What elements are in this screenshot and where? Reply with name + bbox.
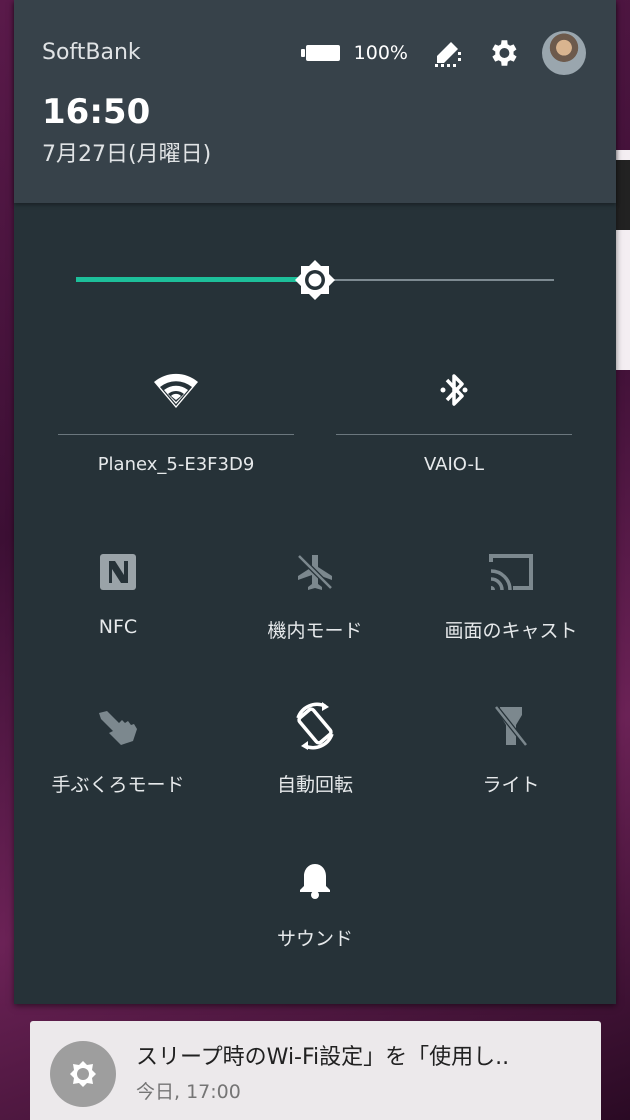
battery-percent: 100% <box>353 42 408 64</box>
status-header: SoftBank 100% 16:50 7月27日(月曜日) <box>14 0 616 203</box>
glove-touch-icon <box>20 700 216 752</box>
brightness-icon[interactable] <box>293 258 337 302</box>
cast-icon <box>413 546 609 598</box>
bluetooth-icon <box>336 360 572 420</box>
tile-flashlight[interactable]: ライト <box>413 700 609 810</box>
user-avatar[interactable] <box>542 31 586 75</box>
airplane-off-icon <box>217 546 413 598</box>
nfc-icon <box>20 546 216 598</box>
glove-mode-label: 手ぶくろモード <box>51 774 185 796</box>
tile-screen-cast[interactable]: 画面のキャスト <box>413 546 609 656</box>
tile-auto-rotate[interactable]: 自動回転 <box>217 700 413 810</box>
bluetooth-tile[interactable]: VAIO-L <box>336 360 572 485</box>
system-update-icon <box>50 1041 116 1107</box>
bluetooth-divider <box>336 434 572 435</box>
auto-rotate-icon <box>217 700 413 752</box>
settings-gear-icon[interactable] <box>486 36 520 70</box>
wifi-label[interactable]: Planex_5-E3F3D9 <box>58 454 294 475</box>
tile-glove-mode[interactable]: 手ぶくろモード <box>20 700 216 810</box>
flashlight-off-icon <box>413 700 609 752</box>
brightness-slider[interactable] <box>76 258 554 302</box>
status-icons: 100% <box>300 30 586 76</box>
wifi-divider <box>58 434 294 435</box>
notification-time: 今日, 17:00 <box>136 1081 241 1103</box>
nfc-label: NFC <box>98 616 138 638</box>
flashlight-label: ライト <box>482 774 540 796</box>
carrier-name: SoftBank <box>42 40 141 65</box>
wifi-tile[interactable]: Planex_5-E3F3D9 <box>58 360 294 485</box>
brightness-fill <box>76 277 315 282</box>
wifi-icon <box>58 360 294 420</box>
battery-icon <box>300 45 340 61</box>
clock-date: 7月27日(月曜日) <box>42 142 212 167</box>
tile-nfc[interactable]: NFC <box>20 546 216 656</box>
bluetooth-label[interactable]: VAIO-L <box>336 454 572 475</box>
wallpaper-widget-text <box>614 160 630 230</box>
auto-rotate-label: 自動回転 <box>276 774 353 796</box>
sound-label: サウンド <box>276 928 353 950</box>
tile-airplane-mode[interactable]: 機内モード <box>217 546 413 656</box>
notification-title: スリープ時のWi-Fi設定」を「使用し.. <box>136 1045 510 1070</box>
tile-sound[interactable]: サウンド <box>217 854 413 964</box>
clock-time: 16:50 <box>42 92 151 132</box>
airplane-mode-label: 機内モード <box>267 620 363 642</box>
quick-settings-panel: SoftBank 100% 16:50 7月27日(月曜日) Planex_5-… <box>14 0 616 1004</box>
screen-cast-label: 画面のキャスト <box>444 620 578 642</box>
bell-icon <box>217 854 413 906</box>
edit-icon[interactable] <box>430 36 464 70</box>
notification-card[interactable]: スリープ時のWi-Fi設定」を「使用し.. 今日, 17:00 <box>30 1021 601 1120</box>
